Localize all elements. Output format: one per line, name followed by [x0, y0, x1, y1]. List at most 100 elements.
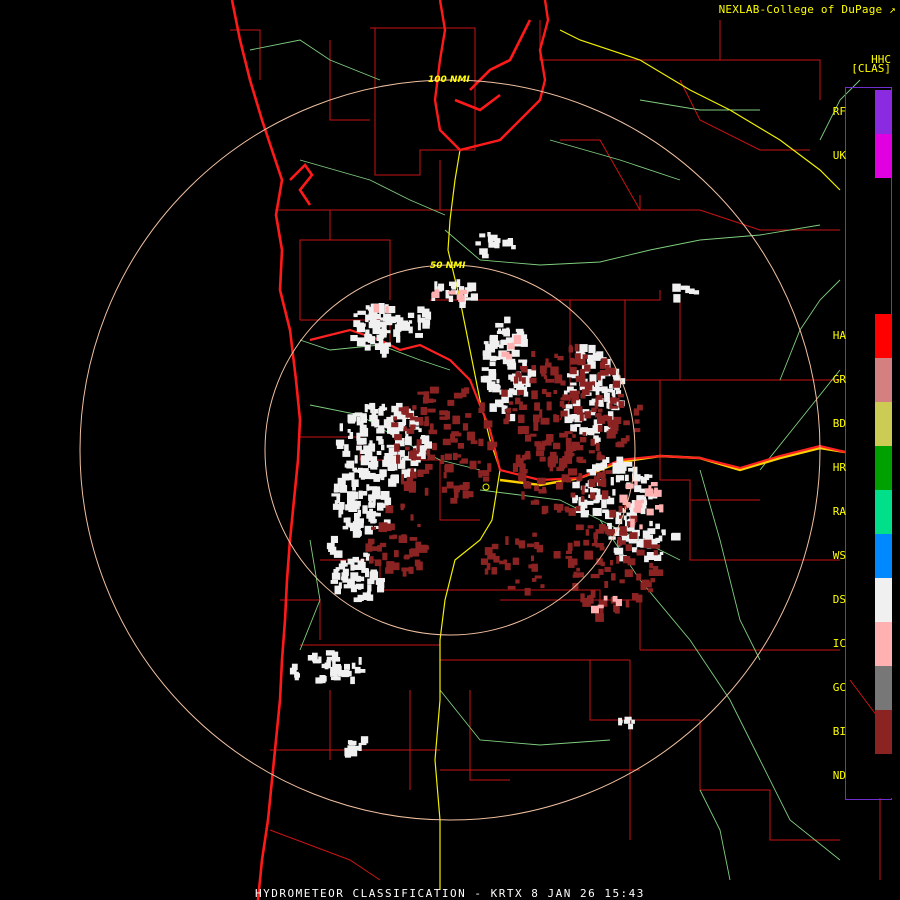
echo-cell — [595, 442, 600, 451]
echo-cell — [386, 416, 393, 421]
echo-cell — [490, 336, 494, 346]
echo-cell — [342, 568, 349, 576]
echo-cell — [465, 413, 472, 418]
echo-cell — [393, 416, 397, 421]
echo-cell — [357, 467, 363, 473]
echo-cell — [636, 549, 645, 556]
echo-cell — [602, 509, 609, 513]
echo-cell — [439, 416, 448, 420]
echo-cell — [597, 408, 603, 413]
echo-cell — [400, 474, 404, 483]
echo-cell — [358, 585, 362, 590]
echo-cell — [586, 500, 594, 505]
echo-cell — [501, 339, 507, 345]
echo-cell — [348, 578, 352, 584]
echo-cell — [672, 283, 681, 292]
echo-cell — [515, 579, 520, 584]
echo-cell — [526, 543, 535, 548]
radar-map: 50 NMI 100 NMI — [0, 0, 900, 900]
echo-cell — [513, 376, 519, 384]
echo-cell — [461, 388, 467, 398]
echo-cell — [370, 511, 376, 516]
echo-cell — [496, 379, 500, 384]
echo-cell — [521, 367, 528, 373]
echo-cell — [572, 481, 580, 489]
echo-cell — [376, 450, 382, 455]
legend-item-nd: ND — [833, 754, 892, 798]
echo-cell — [505, 536, 509, 545]
echo-cell — [655, 523, 660, 530]
product-title: HYDROMETEOR CLASSIFICATION - KRTX 8 JAN … — [255, 887, 645, 900]
echo-cell — [535, 450, 545, 457]
echo-cell — [427, 454, 436, 461]
echo-cell — [517, 426, 523, 435]
echo-cell — [498, 323, 504, 328]
echo-cell — [613, 416, 622, 424]
echo-cell — [353, 313, 358, 318]
echo-cell — [482, 470, 490, 477]
echo-cell — [645, 581, 652, 588]
legend-item-ha: HA — [833, 314, 892, 358]
echo-cell — [561, 474, 570, 482]
echo-cell — [506, 327, 510, 334]
echo-cell — [343, 584, 353, 589]
echo-cell — [553, 390, 557, 394]
echo-cell — [655, 505, 660, 510]
echo-cell — [655, 537, 662, 541]
echo-cell — [628, 723, 634, 730]
echo-cell — [545, 392, 552, 398]
echo-cell — [332, 503, 341, 510]
echo-cell — [356, 445, 362, 451]
echo-cell — [374, 343, 382, 350]
echo-cell — [401, 534, 407, 539]
echo-cell — [408, 488, 416, 493]
echo-cell — [422, 321, 430, 329]
echo-cell — [398, 407, 408, 412]
echo-cell — [595, 529, 605, 534]
echo-cell — [363, 552, 368, 557]
echo-cell — [378, 425, 384, 434]
echo-cell — [503, 418, 509, 425]
echo-cell — [599, 546, 605, 551]
echo-cell — [581, 508, 585, 513]
credit-label[interactable]: NEXLAB-College of DuPage ↗ — [719, 3, 896, 16]
echo-cell — [596, 372, 601, 381]
echo-cell — [403, 426, 407, 432]
echo-cell — [685, 285, 690, 294]
echo-cell — [659, 551, 664, 555]
echo-cell — [585, 529, 589, 536]
echo-cell — [496, 238, 501, 243]
echo-cell — [477, 460, 481, 464]
echo-cell — [579, 344, 588, 352]
echo-cell — [529, 433, 537, 437]
echo-cell — [374, 559, 382, 567]
legend-label: DS — [832, 593, 846, 606]
echo-cell — [553, 442, 561, 450]
legend-label: WS — [832, 549, 846, 562]
echo-cell — [494, 243, 500, 249]
echo-cell — [598, 568, 604, 575]
echo-cell — [331, 651, 339, 660]
map-background — [0, 0, 900, 900]
echo-cell — [534, 575, 542, 579]
echo-cell — [405, 413, 414, 418]
echo-cell — [541, 388, 547, 395]
echo-cell — [631, 719, 635, 724]
echo-cell — [587, 525, 594, 529]
echo-cell — [483, 476, 490, 482]
echo-cell — [524, 453, 531, 460]
echo-cell — [579, 368, 585, 378]
echo-cell — [456, 279, 461, 288]
echo-cell — [407, 312, 415, 318]
echo-cell — [368, 486, 377, 491]
echo-cell — [371, 526, 376, 530]
echo-cell — [372, 327, 381, 334]
echo-cell — [581, 389, 590, 396]
echo-cell — [624, 569, 633, 578]
echo-cell — [330, 580, 338, 584]
echo-cell — [559, 401, 565, 407]
legend-swatch — [875, 666, 892, 710]
echo-cell — [365, 314, 369, 323]
echo-cell — [385, 330, 391, 334]
echo-cell — [623, 461, 633, 467]
